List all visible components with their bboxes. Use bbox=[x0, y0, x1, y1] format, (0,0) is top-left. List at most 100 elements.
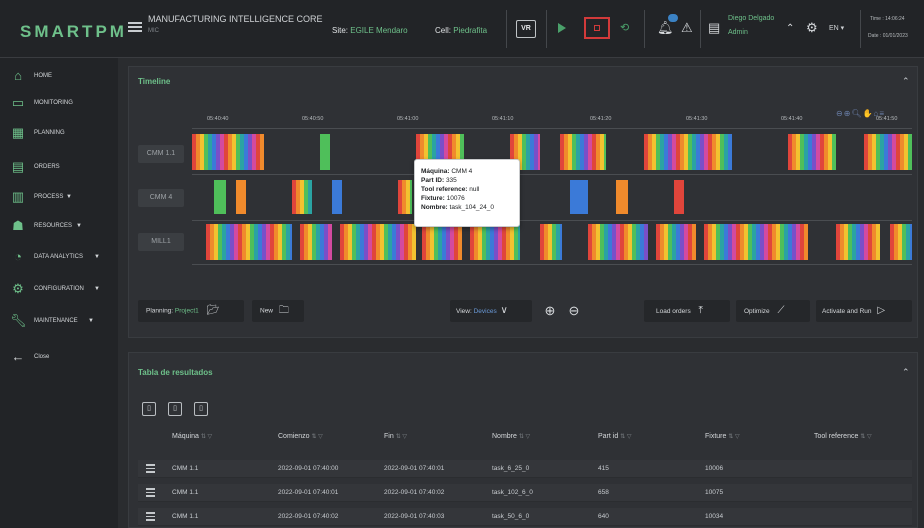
warning-icon[interactable]: ⚠︎ bbox=[681, 20, 693, 36]
task-block[interactable] bbox=[470, 224, 520, 260]
row-label-mill1: MILL1 bbox=[138, 233, 184, 251]
zoom-in-icon[interactable]: ⊕ bbox=[540, 302, 560, 320]
task-block[interactable] bbox=[422, 224, 462, 260]
menu-toggle-icon[interactable] bbox=[128, 22, 142, 32]
task-block[interactable] bbox=[292, 180, 312, 214]
clock-time: Time : 14:06:24 bbox=[870, 16, 905, 22]
divider bbox=[546, 10, 547, 48]
user-role: Admin bbox=[728, 29, 748, 36]
gear-icon[interactable]: ⚙︎ bbox=[806, 20, 818, 36]
column-header-fixture[interactable]: Fixture ⇅ ▽ bbox=[705, 433, 740, 440]
task-block[interactable] bbox=[540, 224, 562, 260]
collapse-icon[interactable]: ⌃ bbox=[902, 367, 910, 378]
task-block[interactable] bbox=[560, 134, 606, 170]
sidebar-item-planning[interactable]: ▦ PLANNING bbox=[0, 122, 118, 146]
chevron-up-icon[interactable]: ⌃ bbox=[786, 23, 794, 34]
cell-label: Cell: bbox=[435, 26, 452, 35]
column-header-maquina[interactable]: Máquina ⇅ ▽ bbox=[172, 433, 212, 440]
task-block[interactable] bbox=[300, 224, 332, 260]
task-block[interactable] bbox=[656, 224, 696, 260]
row-menu-icon[interactable] bbox=[146, 488, 155, 499]
sort-filter-icon: ⇅ ▽ bbox=[860, 434, 872, 440]
gridline bbox=[192, 128, 912, 129]
vr-button[interactable]: VR bbox=[516, 20, 536, 38]
sidebar-item-label: HOME bbox=[34, 73, 52, 79]
task-block[interactable] bbox=[398, 180, 412, 214]
task-block[interactable] bbox=[214, 180, 226, 214]
planning-label-text: Planning: bbox=[146, 307, 174, 315]
collapse-icon[interactable]: ⌃ bbox=[902, 76, 910, 87]
sidebar-item-home[interactable]: ⌂ HOME bbox=[0, 65, 118, 89]
reset-icon[interactable]: ⟲ bbox=[620, 21, 629, 34]
cell-comienzo: 2022-09-01 07:40:00 bbox=[278, 465, 339, 472]
sidebar-item-maintenance[interactable]: 🔧︎ MAINTENANCE ▼ bbox=[0, 310, 118, 334]
sidebar-item-data-analytics[interactable]: ◔ DATA ANALYTICS ▼ bbox=[0, 246, 118, 270]
column-header-nombre[interactable]: Nombre ⇅ ▽ bbox=[492, 433, 530, 440]
task-block[interactable] bbox=[864, 134, 912, 170]
task-block[interactable] bbox=[588, 224, 648, 260]
sidebar-item-orders[interactable]: ▤ ORDERS bbox=[0, 156, 118, 180]
export-excel-icon[interactable]: ▯ bbox=[168, 402, 182, 416]
cell-nombre: task_6_25_0 bbox=[492, 465, 530, 472]
stop-button[interactable] bbox=[584, 17, 610, 39]
gridline bbox=[192, 220, 912, 221]
sidebar-item-label: PLANNING bbox=[34, 130, 65, 136]
upload-icon: ⤒ bbox=[698, 305, 703, 316]
cell-comienzo: 2022-09-01 07:40:02 bbox=[278, 513, 339, 520]
zoom-out-icon[interactable]: ⊖ bbox=[564, 302, 584, 320]
column-header-part-id[interactable]: Part id ⇅ ▽ bbox=[598, 433, 632, 440]
sidebar-item-resources[interactable]: ☗ RESOURCES ▼ bbox=[0, 215, 118, 239]
sidebar-item-label: PROCESS bbox=[34, 194, 64, 200]
row-menu-icon[interactable] bbox=[146, 464, 155, 475]
notifications-icon[interactable]: 🔔︎ bbox=[657, 20, 674, 36]
clipboard-icon[interactable]: ▤ bbox=[708, 20, 720, 36]
task-block[interactable] bbox=[236, 180, 246, 214]
sidebar-item-close[interactable]: ← Close bbox=[0, 346, 118, 370]
cell-fin: 2022-09-01 07:40:03 bbox=[384, 513, 445, 520]
table-row[interactable]: CMM 1.1 2022-09-01 07:40:01 2022-09-01 0… bbox=[138, 484, 912, 502]
row-menu-icon[interactable] bbox=[146, 512, 155, 523]
tick-label: 05:41:10 bbox=[492, 116, 514, 122]
task-block[interactable] bbox=[320, 134, 330, 170]
table-row[interactable]: CMM 1.1 2022-09-01 07:40:02 2022-09-01 0… bbox=[138, 508, 912, 526]
cell-part-id: 415 bbox=[598, 465, 609, 472]
site-selector[interactable]: Site: EGILE Mendaro bbox=[332, 26, 408, 35]
column-header-fin[interactable]: Fin ⇅ ▽ bbox=[384, 433, 407, 440]
sidebar: ⌂ HOME ▭ MONITORING ▦ PLANNING ▤ ORDERS … bbox=[0, 58, 118, 528]
sort-filter-icon: ⇅ ▽ bbox=[620, 434, 632, 440]
planning-label: Planning: Project1 📂︎ bbox=[146, 301, 219, 321]
sidebar-item-process[interactable]: ▥ PROCESS ▼ bbox=[0, 186, 118, 210]
task-block[interactable] bbox=[836, 224, 880, 260]
table-row[interactable]: CMM 1.1 2022-09-01 07:40:00 2022-09-01 0… bbox=[138, 460, 912, 478]
task-block[interactable] bbox=[340, 224, 416, 260]
sidebar-item-monitoring[interactable]: ▭ MONITORING bbox=[0, 92, 118, 116]
cell-value: Piedrafita bbox=[453, 26, 488, 35]
sidebar-item-configuration[interactable]: ⚙︎ CONFIGURATION ▼ bbox=[0, 278, 118, 302]
task-block[interactable] bbox=[192, 134, 264, 170]
export-csv-icon[interactable]: ▯ bbox=[142, 402, 156, 416]
task-block[interactable] bbox=[704, 224, 808, 260]
task-block[interactable] bbox=[570, 180, 588, 214]
column-header-comienzo[interactable]: Comienzo ⇅ ▽ bbox=[278, 433, 323, 440]
task-block[interactable] bbox=[616, 180, 628, 214]
task-block[interactable] bbox=[788, 134, 836, 170]
task-block[interactable] bbox=[644, 134, 732, 170]
cell-selector[interactable]: Cell: Piedrafita bbox=[435, 26, 487, 35]
sort-filter-icon: ⇅ ▽ bbox=[200, 434, 213, 440]
activate-run-label: Activate and Run ▷ bbox=[822, 301, 885, 321]
user-name[interactable]: Diego Delgado bbox=[728, 15, 774, 22]
language-selector[interactable]: EN ▾ bbox=[829, 24, 844, 32]
task-block[interactable] bbox=[332, 180, 342, 214]
chevron-down-icon: ∨ bbox=[500, 305, 508, 316]
play-icon[interactable] bbox=[558, 23, 566, 33]
task-block[interactable] bbox=[206, 224, 292, 260]
export-pdf-icon[interactable]: ▯ bbox=[194, 402, 208, 416]
task-block[interactable] bbox=[890, 224, 912, 260]
column-header-tool-reference[interactable]: Tool reference ⇅ ▽ bbox=[814, 433, 872, 440]
tooltip-name: task_104_24_0 bbox=[449, 204, 495, 211]
sort-filter-icon: ⇅ ▽ bbox=[395, 434, 407, 440]
cell-fixture: 10034 bbox=[705, 513, 724, 520]
sidebar-item-label: RESOURCES bbox=[34, 223, 73, 229]
task-block[interactable] bbox=[674, 180, 684, 214]
tick-label: 05:40:50 bbox=[302, 116, 324, 122]
